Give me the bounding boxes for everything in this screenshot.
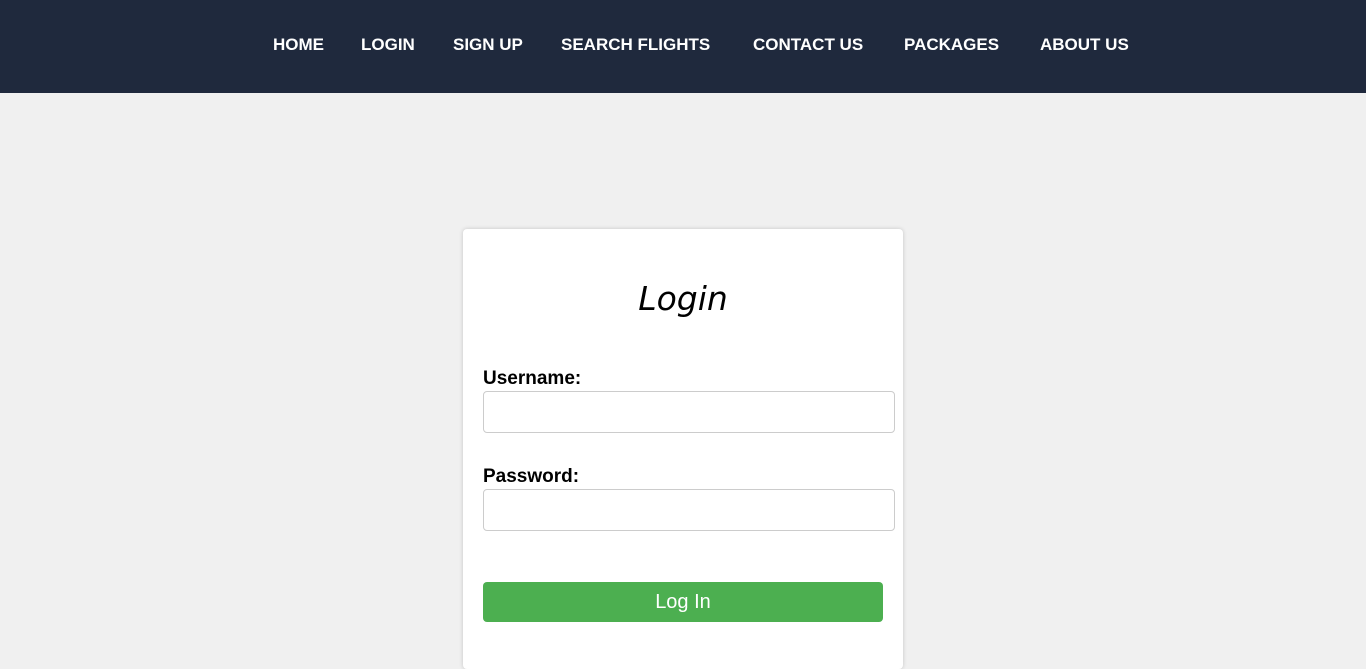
nav-link-sign-up[interactable]: SIGN UP [453,35,523,55]
nav-link-about-us[interactable]: ABOUT US [1040,35,1129,55]
password-input[interactable] [483,489,895,531]
nav-link-packages[interactable]: PACKAGES [904,35,999,55]
username-label: Username: [483,368,582,389]
username-input[interactable] [483,391,895,433]
top-navbar: HOME LOGIN SIGN UP SEARCH FLIGHTS CONTAC… [0,0,1366,93]
nav-link-contact-us[interactable]: CONTACT US [753,35,863,55]
nav-link-login[interactable]: LOGIN [361,35,415,55]
login-card: Login Username: Password: Log In [463,229,903,669]
password-label: Password: [483,466,580,487]
nav-link-search-flights[interactable]: SEARCH FLIGHTS [561,35,710,55]
login-title: Login [638,279,728,318]
nav-link-home[interactable]: HOME [273,35,324,55]
log-in-button[interactable]: Log In [483,582,883,622]
